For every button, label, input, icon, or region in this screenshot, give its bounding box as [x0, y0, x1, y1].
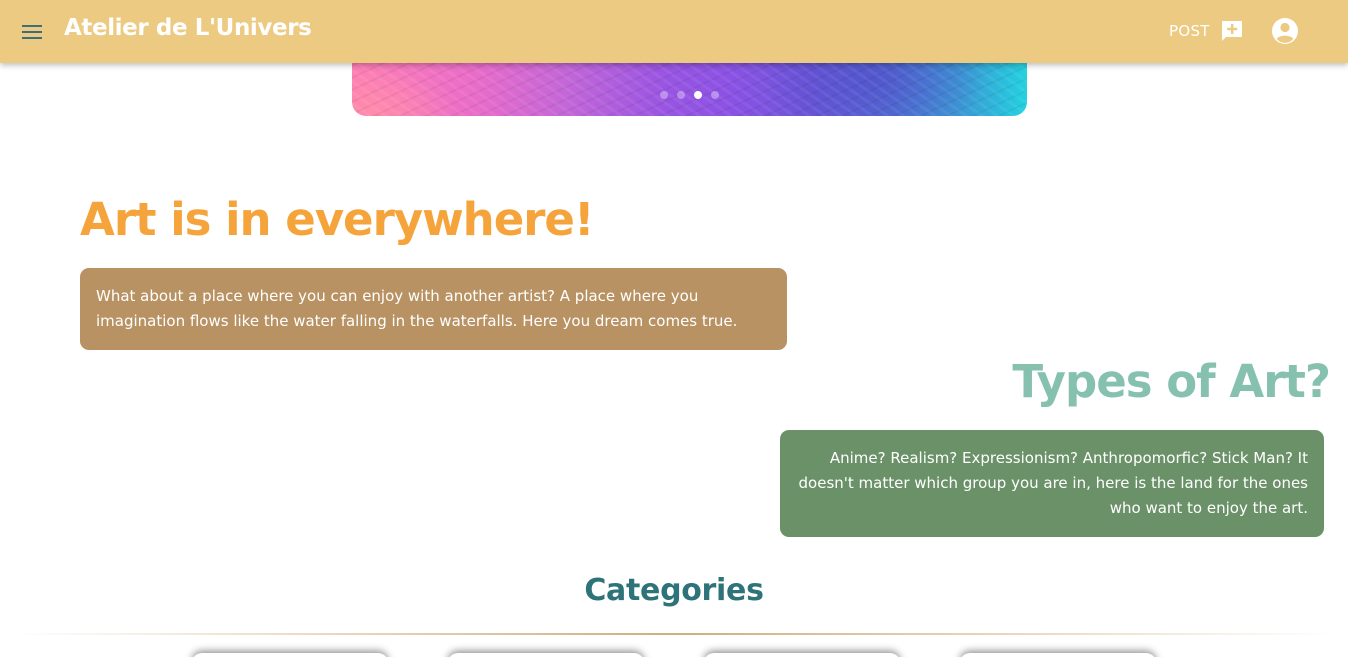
carousel-dot[interactable]: [660, 91, 668, 99]
post-button[interactable]: POST: [1162, 14, 1252, 48]
account-circle-icon: [1272, 18, 1298, 44]
app-title[interactable]: Atelier de L'Univers: [64, 15, 312, 41]
post-button-label: POST: [1169, 22, 1210, 40]
types-heading: Types of Art?: [1012, 355, 1331, 408]
category-cards: [0, 645, 1348, 657]
types-description-box: Anime? Realism? Expressionism? Anthropom…: [780, 430, 1324, 537]
categories-heading: Categories: [584, 573, 764, 608]
hero-description: What about a place where you can enjoy w…: [96, 287, 738, 330]
carousel-dot[interactable]: [677, 91, 685, 99]
account-button[interactable]: [1270, 16, 1300, 46]
section-divider: [14, 633, 1334, 635]
hero-heading: Art is in everywhere!: [80, 193, 594, 246]
home-page: Atelier de L'Univers POST Art is in ever…: [0, 0, 1348, 657]
category-card[interactable]: [448, 653, 644, 657]
category-card[interactable]: [960, 653, 1156, 657]
add-comment-icon: [1221, 21, 1242, 41]
carousel-dot[interactable]: [711, 91, 719, 99]
hamburger-menu-icon: [22, 25, 42, 39]
types-description: Anime? Realism? Expressionism? Anthropom…: [798, 449, 1308, 517]
category-card[interactable]: [192, 653, 388, 657]
hero-description-box: What about a place where you can enjoy w…: [80, 268, 787, 350]
category-card[interactable]: [704, 653, 900, 657]
carousel-indicators: [352, 91, 1027, 99]
menu-button[interactable]: [18, 18, 46, 46]
top-app-bar: Atelier de L'Univers POST: [0, 0, 1348, 63]
carousel-dot-active[interactable]: [694, 91, 702, 99]
